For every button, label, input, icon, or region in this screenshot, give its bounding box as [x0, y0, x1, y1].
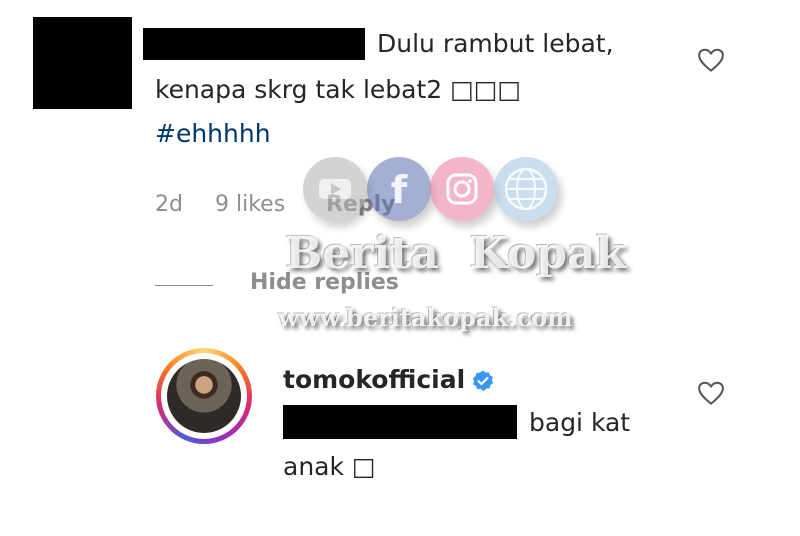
instagram-icon — [430, 157, 494, 221]
comment-hashtag[interactable]: #ehhhhh — [155, 112, 271, 155]
globe-icon — [494, 157, 558, 221]
redacted-username — [143, 28, 365, 60]
comment-text-line1: Dulu rambut lebat, — [377, 29, 614, 58]
comment-text-line2: kenapa skrg tak lebat2 □□□ — [155, 75, 522, 104]
redacted-avatar — [33, 17, 132, 109]
hide-replies-button[interactable]: Hide replies — [250, 270, 399, 295]
watermark-url: www.beritakopak.com — [278, 303, 573, 332]
redacted-mention — [283, 405, 517, 439]
reply-username[interactable]: tomokofficial — [283, 358, 495, 401]
reply-text-part: bagi kat — [529, 408, 631, 437]
reply-button[interactable]: Reply — [326, 192, 396, 217]
heart-outline-icon[interactable] — [696, 378, 726, 408]
comment-age: 2d — [155, 192, 183, 217]
reply-text-line2: anak □ — [283, 452, 376, 481]
avatar[interactable] — [156, 348, 252, 444]
verified-badge-icon — [473, 370, 494, 391]
comment-likes[interactable]: 9 likes — [215, 192, 285, 217]
reply-username-text[interactable]: tomokofficial — [283, 365, 465, 394]
hide-replies-line — [155, 285, 213, 286]
heart-outline-icon[interactable] — [696, 45, 726, 75]
avatar-photo — [167, 359, 241, 433]
